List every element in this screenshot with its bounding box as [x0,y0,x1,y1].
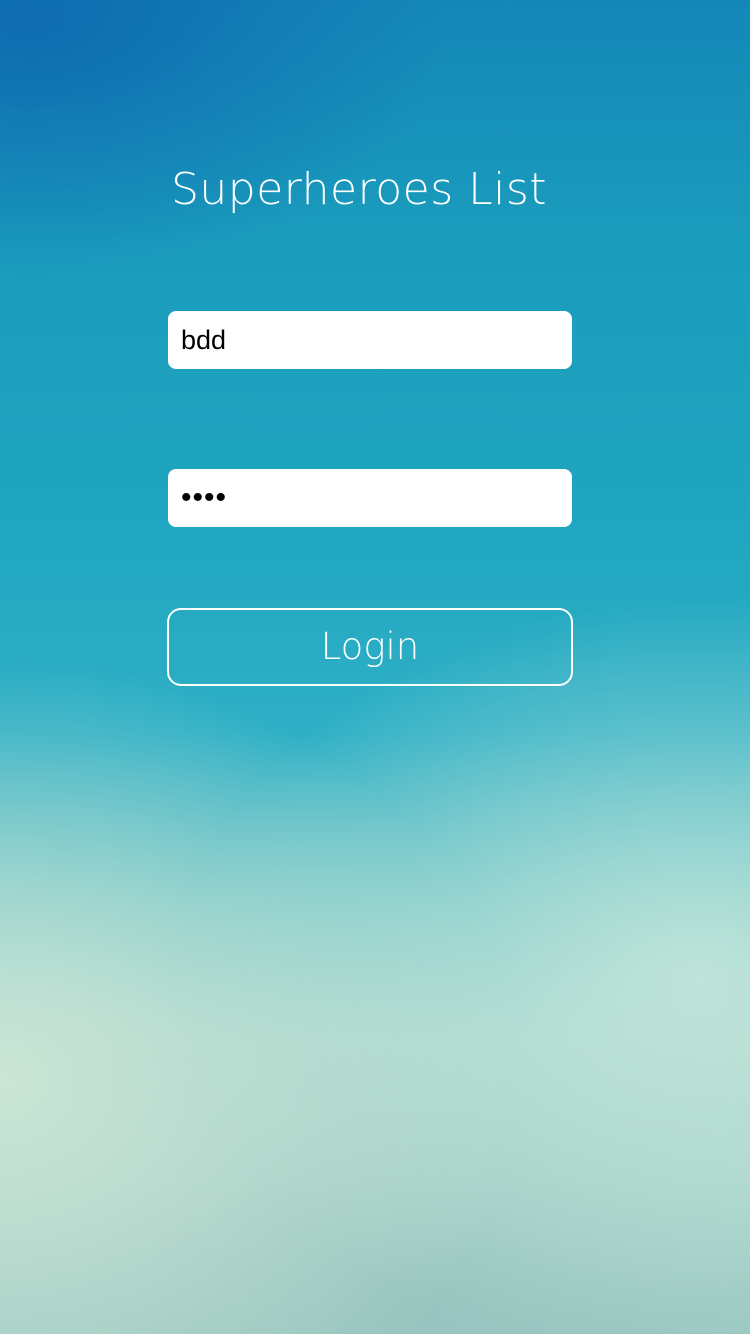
password-input[interactable] [168,469,572,527]
app-title: Superheroes List [170,164,548,215]
password-field[interactable] [168,469,572,527]
username-field[interactable] [168,311,572,369]
username-input[interactable] [168,311,572,369]
login-button[interactable]: Login [167,608,573,686]
